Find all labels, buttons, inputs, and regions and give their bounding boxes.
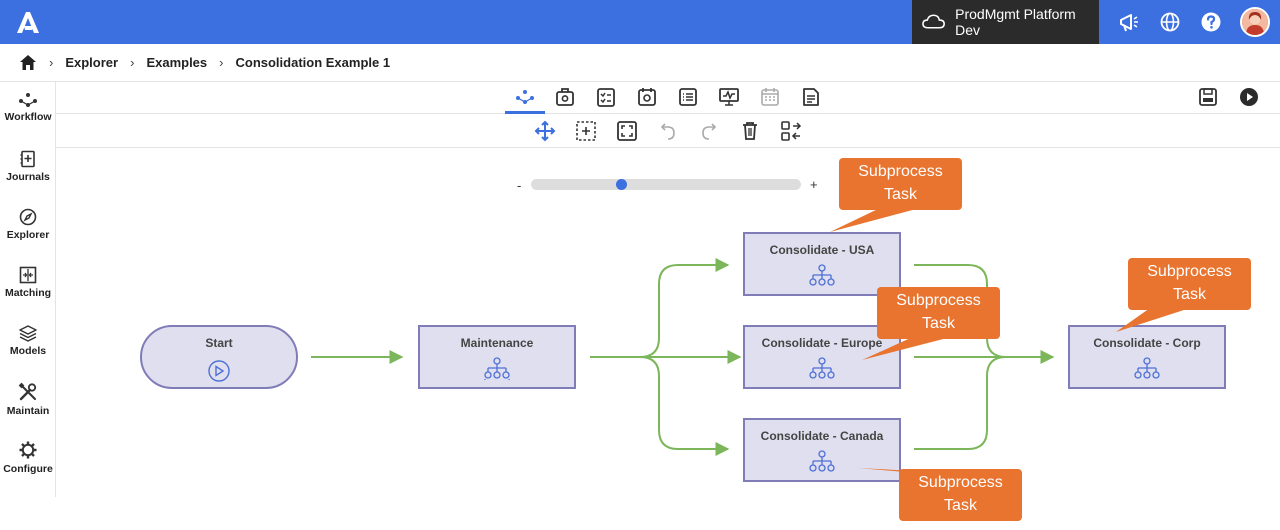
callout-europe: Subprocess Task [877,287,1000,339]
callout-line: Subprocess [1147,263,1232,280]
callout-line: Task [884,186,917,203]
callout-pointer-europe [862,336,955,360]
callout-line: Subprocess [896,292,981,309]
callout-pointer-corp [1116,308,1190,332]
callout-line: Task [922,315,955,332]
callout-line: Task [944,497,977,514]
callout-pointer-usa [830,208,920,232]
callout-line: Subprocess [918,474,1003,491]
callout-canada: Subprocess Task [899,469,1022,521]
callout-pointers [830,208,1190,472]
callout-line: Task [1173,286,1206,303]
callout-corp: Subprocess Task [1128,258,1251,310]
callout-usa: Subprocess Task [839,158,962,210]
callout-line: Subprocess [858,163,943,180]
